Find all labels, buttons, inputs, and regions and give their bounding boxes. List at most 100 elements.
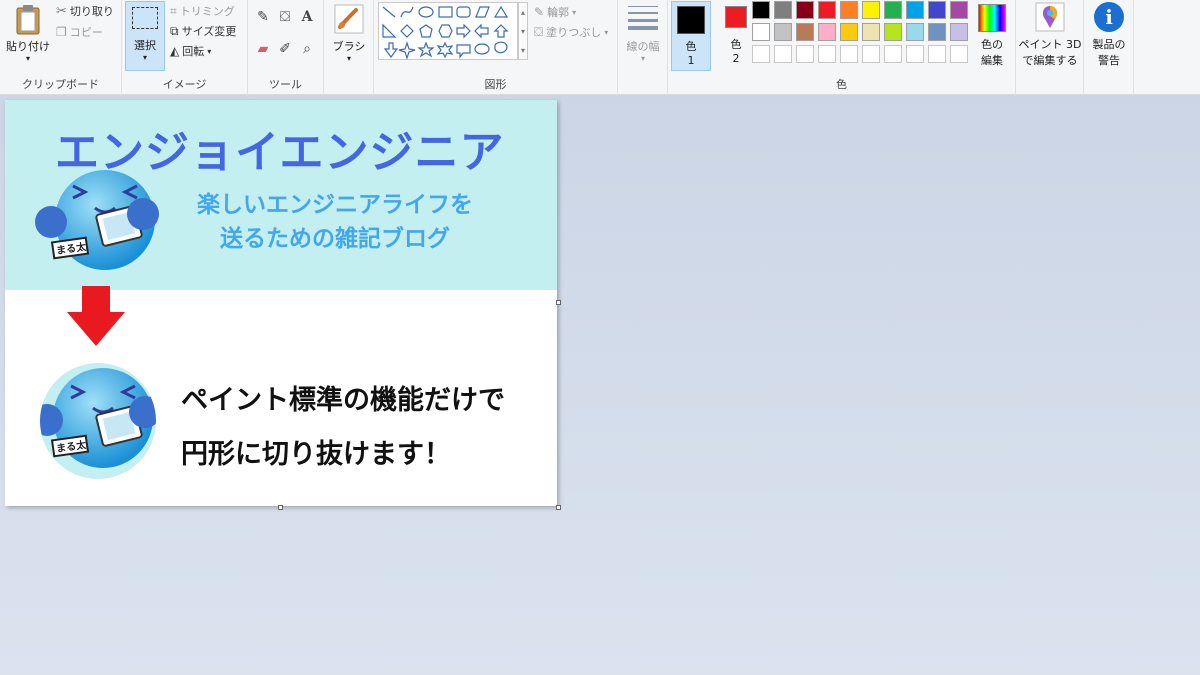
paste-label: 貼り付け: [6, 40, 50, 53]
fill-button[interactable]: ⛋ 塗りつぶし ▾: [534, 24, 608, 40]
palette-color-swatch[interactable]: [862, 1, 880, 19]
paint3d-label-1: ペイント 3D: [1018, 38, 1082, 51]
info-icon: i: [1094, 2, 1124, 32]
pencil-icon[interactable]: ✎: [254, 8, 272, 26]
rotate-button[interactable]: ◭ 回転 ▾: [170, 43, 211, 59]
palette-color-swatch[interactable]: [774, 23, 792, 41]
outline-button[interactable]: ✎ 輪郭 ▾: [534, 4, 576, 20]
outline-label: 輪郭: [547, 6, 570, 19]
paste-dropdown-icon[interactable]: ▾: [4, 54, 52, 63]
ribbon: 貼り付け ▾ ✂ 切り取り ❐ コピー クリップボード 選択 ▾ ⌗ トリミング…: [0, 0, 1200, 95]
color1-button[interactable]: 色 1: [671, 1, 711, 71]
copy-button[interactable]: ❐ コピー: [56, 24, 103, 40]
palette-color-swatch[interactable]: [840, 45, 858, 63]
shapes-scrollbar[interactable]: ▴ ▾ ▾: [518, 2, 528, 60]
palette-color-swatch[interactable]: [862, 23, 880, 41]
palette-color-swatch[interactable]: [906, 23, 924, 41]
fill-label: 塗りつぶし: [546, 26, 602, 39]
palette-color-swatch[interactable]: [840, 1, 858, 19]
color2-number: 2: [732, 52, 740, 65]
paint3d-group: ペイント 3D で編集する: [1016, 0, 1084, 95]
magnifier-icon[interactable]: ⌕: [298, 40, 316, 58]
banner-subtitle: 楽しいエンジニアライフを 送るための雑記ブログ: [175, 188, 495, 256]
select-dropdown-icon[interactable]: ▾: [126, 53, 164, 62]
colors-group-label: 色: [836, 78, 847, 91]
shapes-group: ▴ ▾ ▾ ✎ 輪郭 ▾ ⛋ 塗りつぶし ▾ 図形: [374, 0, 618, 95]
palette-color-swatch[interactable]: [906, 45, 924, 63]
brushes-button[interactable]: ブラシ ▾: [328, 2, 370, 68]
edit-in-paint3d-button[interactable]: ペイント 3D で編集する: [1018, 2, 1082, 68]
edit-colors-button[interactable]: 色の 編集: [972, 2, 1012, 68]
edit-colors-label-1: 色の: [981, 38, 1003, 51]
mascot-illustration: [35, 170, 159, 270]
eraser-icon[interactable]: ▰: [254, 40, 272, 58]
palette-color-swatch[interactable]: [862, 45, 880, 63]
outline-dropdown-icon: ▾: [572, 7, 577, 17]
palette-color-swatch[interactable]: [884, 45, 902, 63]
rotate-icon: ◭: [170, 44, 180, 58]
palette-color-swatch[interactable]: [906, 1, 924, 19]
rotate-dropdown-icon: ▾: [207, 46, 212, 56]
color-picker-icon[interactable]: ✐: [276, 40, 294, 58]
palette-color-swatch[interactable]: [752, 45, 770, 63]
palette-color-swatch[interactable]: [818, 1, 836, 19]
tools-group: ✎ ⛋ A ▰ ✐ ⌕ ツール: [248, 0, 324, 95]
crop-button[interactable]: ⌗ トリミング: [170, 3, 235, 19]
palette-color-swatch[interactable]: [950, 45, 968, 63]
palette-color-swatch[interactable]: [796, 45, 814, 63]
size-dropdown-icon: ▾: [640, 54, 645, 63]
palette-color-swatch[interactable]: [884, 1, 902, 19]
resize-label: サイズ変更: [181, 25, 237, 38]
palette-color-swatch[interactable]: [796, 1, 814, 19]
resize-icon: ⧉: [170, 23, 179, 38]
palette-color-swatch[interactable]: [752, 23, 770, 41]
mascot-circle-illustration: [40, 363, 156, 479]
canvas-resize-handle-corner[interactable]: [556, 505, 561, 510]
palette-color-swatch[interactable]: [928, 1, 946, 19]
mascot-image-circle: まる太: [35, 362, 161, 480]
palette-color-swatch[interactable]: [950, 1, 968, 19]
text-icon[interactable]: A: [298, 8, 316, 26]
copy-icon: ❐: [56, 25, 67, 39]
banner-subtitle-line-1: 楽しいエンジニアライフを: [197, 192, 473, 218]
fill-bucket-icon[interactable]: ⛋: [276, 8, 294, 26]
cut-button[interactable]: ✂ 切り取り: [56, 3, 114, 19]
fill-dropdown-icon: ▾: [604, 27, 609, 37]
clipboard-group: 貼り付け ▾ ✂ 切り取り ❐ コピー クリップボード: [0, 0, 122, 95]
palette-color-swatch[interactable]: [774, 45, 792, 63]
palette-color-swatch[interactable]: [928, 23, 946, 41]
palette-color-swatch[interactable]: [884, 23, 902, 41]
palette-color-swatch[interactable]: [818, 45, 836, 63]
size-button[interactable]: 線の幅 ▾: [621, 2, 665, 68]
product-alert-button[interactable]: i 製品の 警告: [1086, 2, 1132, 68]
palette-color-swatch[interactable]: [752, 1, 770, 19]
selection-icon: [132, 7, 158, 29]
product-alert-group: i 製品の 警告: [1084, 0, 1134, 95]
color1-number: 1: [687, 54, 695, 67]
palette-color-swatch[interactable]: [774, 1, 792, 19]
drawing-canvas[interactable]: エンジョイエンジニア 楽しいエンジニアライフを 送るための雑記ブログ まる太 ま…: [5, 100, 557, 506]
color2-button[interactable]: 色 2: [716, 2, 756, 68]
palette-color-swatch[interactable]: [796, 23, 814, 41]
paste-button[interactable]: 貼り付け ▾: [4, 2, 52, 68]
body-text-line-2: 円形に切り抜けます！: [181, 439, 451, 470]
palette-color-swatch[interactable]: [840, 23, 858, 41]
crop-label: トリミング: [179, 5, 235, 18]
body-text-line-1: ペイント標準の機能だけで: [181, 385, 505, 416]
shapes-gallery[interactable]: [378, 2, 518, 60]
image-group-label: イメージ: [162, 78, 207, 91]
select-button[interactable]: 選択 ▾: [125, 1, 165, 71]
palette-color-swatch[interactable]: [928, 45, 946, 63]
color1-swatch: [677, 6, 705, 34]
product-alert-label-2: 警告: [1098, 54, 1120, 67]
mascot-image-top: まる太: [33, 168, 163, 274]
palette-color-swatch[interactable]: [950, 23, 968, 41]
resize-button[interactable]: ⧉ サイズ変更: [170, 23, 236, 39]
canvas-resize-handle-right[interactable]: [556, 300, 561, 305]
product-alert-label-1: 製品の: [1092, 38, 1126, 51]
line-width-icon: [628, 6, 658, 30]
cut-label: 切り取り: [69, 5, 114, 18]
size-label: 線の幅: [626, 40, 660, 53]
canvas-resize-handle-bottom[interactable]: [278, 505, 283, 510]
palette-color-swatch[interactable]: [818, 23, 836, 41]
